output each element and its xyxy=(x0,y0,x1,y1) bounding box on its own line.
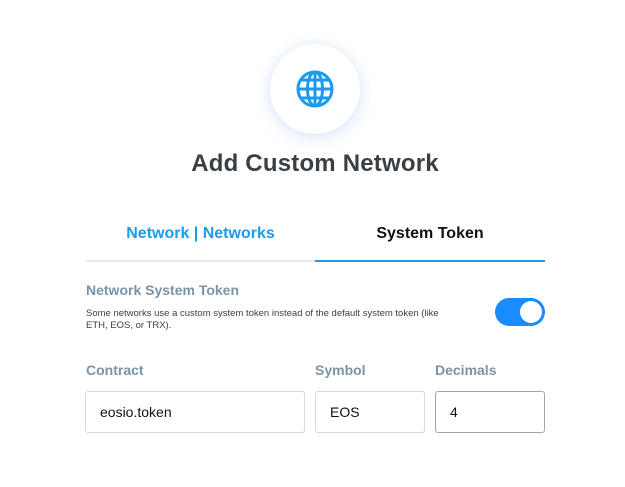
symbol-label: Symbol xyxy=(315,362,366,378)
network-icon-badge xyxy=(270,44,360,134)
symbol-input[interactable] xyxy=(315,391,425,433)
decimals-input[interactable] xyxy=(435,391,545,433)
system-token-description: Some networks use a custom system token … xyxy=(86,308,439,331)
contract-input[interactable] xyxy=(85,391,305,433)
system-token-toggle[interactable] xyxy=(495,298,545,326)
system-token-title: Network System Token xyxy=(86,282,240,298)
tab-bar: Network | Networks System Token xyxy=(86,208,545,262)
page-title: Add Custom Network xyxy=(191,150,439,177)
globe-icon xyxy=(296,70,334,108)
contract-label: Contract xyxy=(86,362,144,378)
tab-network[interactable]: Network | Networks xyxy=(86,208,315,262)
tab-system-token[interactable]: System Token xyxy=(315,208,545,262)
toggle-knob xyxy=(520,301,542,323)
decimals-label: Decimals xyxy=(435,362,497,378)
